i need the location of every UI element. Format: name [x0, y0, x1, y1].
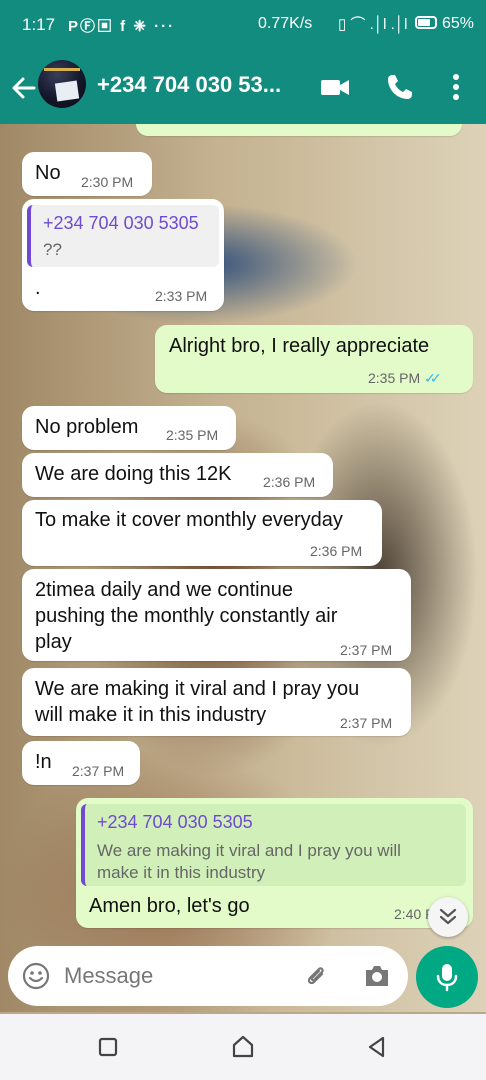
message-text: No [35, 162, 61, 184]
message-time: 2:35 PM ✓✓ [368, 370, 442, 387]
message-bubble-outgoing[interactable]: +234 704 030 5305 We are making it viral… [76, 798, 473, 928]
message-text: To make it cover monthly everyday [35, 509, 343, 531]
message-time: 2:37 PM [340, 715, 393, 731]
message-text: . [35, 277, 41, 299]
message-bubble-incoming[interactable]: !n 2:37 PM [22, 741, 140, 785]
message-time-label: 2:35 PM [368, 370, 421, 386]
read-receipt-icon: ✓✓ [424, 370, 442, 386]
quoted-text-line: make it in this industry [97, 863, 266, 882]
recent-apps-icon[interactable] [93, 1032, 123, 1062]
message-time: 2:36 PM [310, 543, 363, 559]
status-bar: 1:17 PⒻ▣ f ❈ ··· 0.77K/s ▯ ⌒ .│l .│l 65% [0, 0, 486, 50]
message-compose-bar [8, 946, 408, 1006]
message-text: No problem [35, 416, 139, 438]
quoted-text: ?? [43, 240, 62, 259]
microphone-icon [436, 964, 458, 992]
back-nav-icon[interactable] [362, 1032, 392, 1062]
message-time: 2:37 PM [72, 763, 125, 779]
home-icon[interactable] [228, 1032, 258, 1062]
message-text: !n [35, 751, 52, 773]
message-text-line: We are making it viral and I pray you [35, 678, 360, 700]
message-text-line: pushing the monthly constantly air [35, 605, 338, 627]
message-bubble-outgoing[interactable]: Alright bro, I really appreciate 2:35 PM… [155, 325, 473, 393]
network-speed: 0.77K/s [258, 15, 313, 32]
more-options-icon[interactable] [439, 70, 473, 104]
message-bubble-incoming[interactable]: 2timea daily and we continue pushing the… [22, 569, 411, 661]
message-time: 2:36 PM [263, 474, 316, 490]
message-time: 2:35 PM [166, 427, 219, 443]
scroll-down-icon[interactable] [428, 897, 468, 937]
voice-message-button[interactable] [416, 946, 478, 1008]
message-text: We are doing this 12K [35, 463, 232, 485]
voice-call-icon[interactable] [383, 70, 417, 104]
battery-percent: 65% [442, 15, 475, 32]
emoji-icon[interactable] [22, 962, 50, 990]
message-text-line: will make it in this industry [35, 704, 267, 726]
quoted-sender: +234 704 030 5305 [97, 812, 253, 832]
message-bubble-incoming[interactable]: We are doing this 12K 2:36 PM [22, 453, 333, 497]
camera-icon[interactable] [362, 961, 392, 991]
message-time: 2:33 PM [155, 288, 208, 304]
avatar-decoration [54, 80, 80, 102]
chat-area[interactable]: No 2:30 PM +234 704 030 5305 ?? . 2:33 P… [0, 124, 486, 1012]
message-bubble-outgoing[interactable] [136, 124, 462, 136]
quoted-text-line: We are making it viral and I pray you wi… [97, 841, 401, 860]
message-bubble-incoming[interactable]: We are making it viral and I pray you wi… [22, 668, 411, 736]
message-bubble-incoming[interactable]: No problem 2:35 PM [22, 406, 236, 450]
quoted-message[interactable]: +234 704 030 5305 ?? [27, 205, 219, 267]
battery-icon [415, 16, 437, 29]
signal-icons: ▯ ⌒ .│l .│l [338, 16, 408, 33]
attach-icon[interactable] [302, 962, 330, 990]
message-bubble-incoming[interactable]: To make it cover monthly everyday 2:36 P… [22, 500, 382, 566]
video-call-icon[interactable] [318, 70, 352, 104]
message-time: 2:30 PM [81, 174, 134, 190]
quoted-message[interactable]: +234 704 030 5305 We are making it viral… [81, 804, 466, 886]
contact-name[interactable]: +234 704 030 53... [97, 72, 281, 98]
message-text-line: 2timea daily and we continue [35, 579, 293, 601]
message-bubble-incoming[interactable]: +234 704 030 5305 ?? . 2:33 PM [22, 199, 224, 311]
message-time: 2:37 PM [340, 642, 393, 658]
message-text-line: play [35, 631, 72, 653]
contact-avatar[interactable] [38, 60, 86, 108]
status-time: 1:17 [22, 15, 56, 34]
message-bubble-incoming[interactable]: No 2:30 PM [22, 152, 152, 196]
system-navigation-bar [0, 1014, 486, 1080]
notification-icons: PⒻ▣ f ❈ ··· [68, 18, 176, 35]
chat-header: +234 704 030 53... [0, 50, 486, 124]
quoted-sender: +234 704 030 5305 [43, 213, 199, 233]
message-input[interactable] [64, 958, 284, 994]
avatar-decoration [44, 68, 80, 71]
message-text: Amen bro, let's go [89, 895, 250, 917]
back-arrow-icon[interactable] [8, 72, 40, 104]
message-text: Alright bro, I really appreciate [169, 335, 430, 357]
